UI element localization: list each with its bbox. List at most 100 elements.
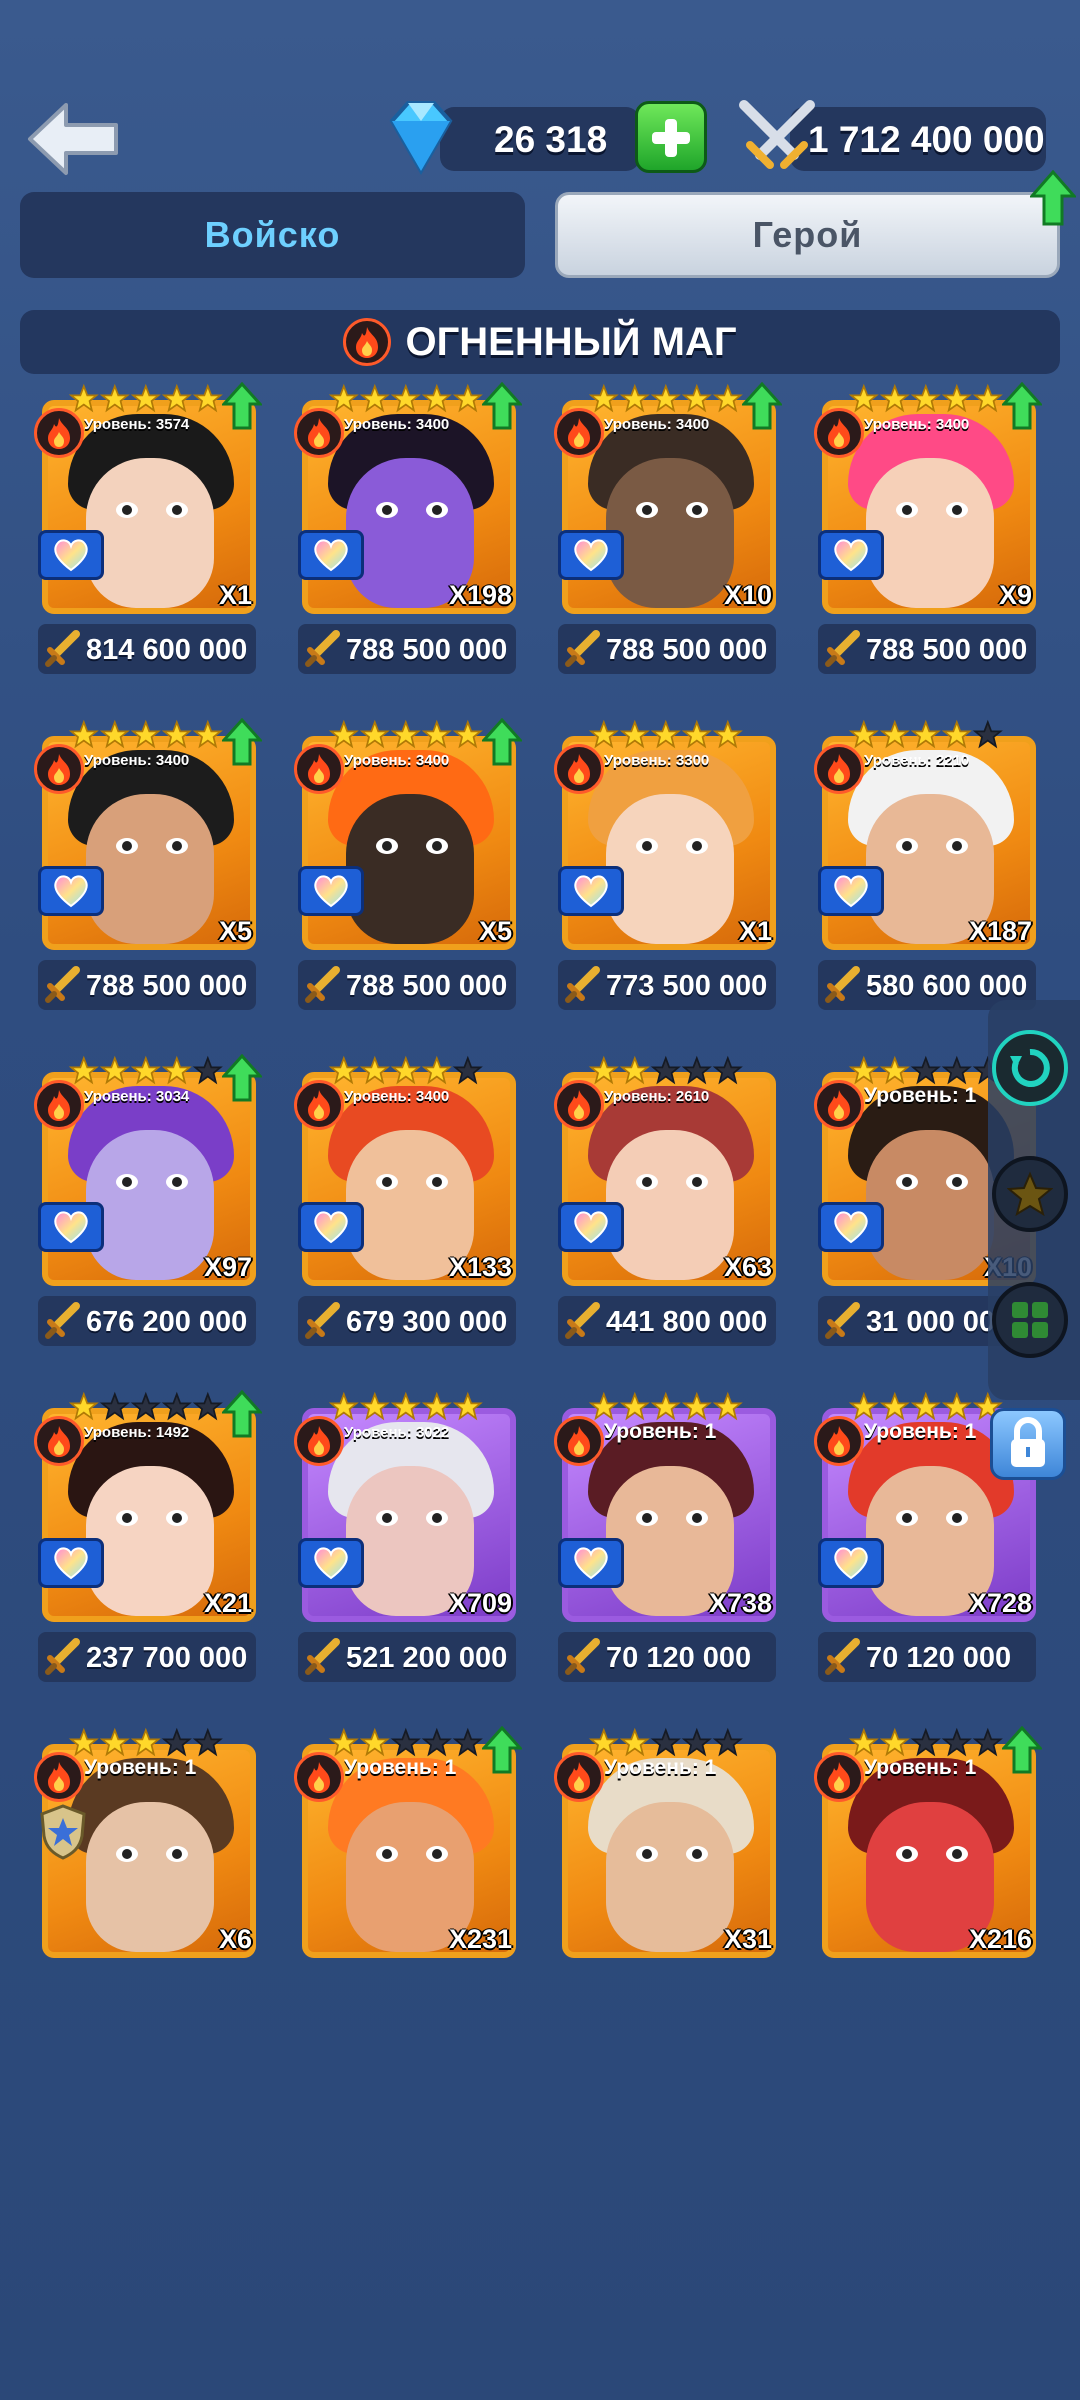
star-rating xyxy=(588,383,743,413)
star-filled-icon xyxy=(972,383,1003,413)
star-filled-icon xyxy=(328,383,359,413)
hero-face xyxy=(606,458,734,608)
fire-element-icon xyxy=(814,408,864,458)
hero-card[interactable]: Уровень: 3034 X97 676 200 000 xyxy=(30,1044,262,1354)
star-rating xyxy=(68,1727,223,1757)
sword-icon xyxy=(45,630,80,667)
hero-count: X21 xyxy=(203,1588,252,1618)
hero-power: 676 200 000 xyxy=(86,1306,248,1338)
hero-card[interactable]: Уровень: 2610 X63 441 800 000 xyxy=(550,1044,776,1354)
hero-card[interactable]: Уровень: 2210 X187 580 600 000 xyxy=(810,708,1036,1018)
hero-eye xyxy=(946,1174,968,1190)
star-empty-icon xyxy=(972,1727,1003,1757)
star-empty-icon xyxy=(99,1391,130,1421)
star-filled-icon xyxy=(359,1727,390,1757)
fire-element-icon xyxy=(554,1080,604,1130)
hero-face xyxy=(606,1130,734,1280)
star-empty-icon xyxy=(192,1055,223,1085)
star-filled-icon xyxy=(588,1727,619,1757)
hero-card[interactable]: Уровень: 1 X231 xyxy=(290,1716,522,2026)
hero-card[interactable]: Уровень: 3400 X10 788 500 000 xyxy=(550,372,782,682)
fire-element-icon xyxy=(294,744,344,794)
hero-card[interactable]: Уровень: 1 X6 xyxy=(30,1716,256,2026)
hero-card[interactable]: Уровень: 3400 X133 679 300 000 xyxy=(290,1044,516,1354)
star-filled-icon xyxy=(588,383,619,413)
hero-eye xyxy=(686,838,708,854)
star-filled-icon xyxy=(130,1727,161,1757)
star-filled-icon xyxy=(941,383,972,413)
hero-card[interactable]: Уровень: 3022 X709 521 200 000 xyxy=(290,1380,516,1690)
star-rating xyxy=(588,1055,743,1085)
fire-element-icon xyxy=(814,1080,864,1130)
fire-element-icon xyxy=(34,408,84,458)
hero-card[interactable]: Уровень: 1 X216 xyxy=(810,1716,1042,2026)
star-filled-icon xyxy=(390,1055,421,1085)
star-filled-icon xyxy=(941,1391,972,1421)
hero-face xyxy=(866,1130,994,1280)
gems-count: 26 318 xyxy=(494,119,608,160)
hero-card[interactable]: Уровень: 3400 X198 788 500 000 xyxy=(290,372,522,682)
hero-count: X31 xyxy=(723,1924,772,1954)
back-arrow-icon[interactable] xyxy=(26,101,120,177)
hero-eye xyxy=(896,838,918,854)
hero-card[interactable]: Уровень: 3300 X1 773 500 000 xyxy=(550,708,776,1018)
sword-icon xyxy=(305,630,340,667)
star-filled-icon xyxy=(879,383,910,413)
hero-eye xyxy=(946,502,968,518)
hero-eye xyxy=(896,1174,918,1190)
star-empty-icon xyxy=(712,1727,743,1757)
hero-card[interactable]: Уровень: 1 X31 xyxy=(550,1716,776,2026)
hero-count: X231 xyxy=(448,1924,512,1954)
star-filled-icon xyxy=(681,719,712,749)
hero-eye xyxy=(686,502,708,518)
upgrade-arrow-icon xyxy=(742,382,782,430)
hero-card[interactable]: Уровень: 1 X738 70 120 000 xyxy=(550,1380,776,1690)
hero-power: 788 500 000 xyxy=(346,970,508,1002)
star-filled-icon xyxy=(910,1391,941,1421)
lock-button[interactable] xyxy=(990,1408,1066,1480)
tab-army[interactable]: Войско xyxy=(20,192,525,278)
sword-icon xyxy=(305,1638,340,1675)
hero-card[interactable]: Уровень: 3400 X5 788 500 000 xyxy=(290,708,522,1018)
star-empty-icon xyxy=(161,1391,192,1421)
hero-eye xyxy=(116,1174,138,1190)
add-gems-button[interactable] xyxy=(635,101,707,173)
hero-eye xyxy=(686,1846,708,1862)
lock-icon xyxy=(1011,1417,1045,1467)
upgrade-arrow-icon xyxy=(222,1054,262,1102)
hero-card[interactable]: Уровень: 3400 X5 788 500 000 xyxy=(30,708,262,1018)
heart-icon xyxy=(298,1538,364,1588)
hero-level: Уровень: 3022 xyxy=(344,1424,450,1441)
tab-bar: Войско Герой xyxy=(20,192,1060,278)
star-filled-icon xyxy=(99,383,130,413)
star-filled-icon xyxy=(390,1391,421,1421)
hero-power: 70 120 000 xyxy=(606,1642,752,1674)
star-filled-icon xyxy=(619,719,650,749)
refresh-icon[interactable] xyxy=(992,1030,1068,1106)
star-filled-icon xyxy=(359,383,390,413)
star-empty-icon xyxy=(130,1391,161,1421)
hero-level: Уровень: 1 xyxy=(864,1420,977,1443)
star-filled-icon xyxy=(619,1055,650,1085)
hero-eye xyxy=(946,838,968,854)
hero-eye xyxy=(896,1510,918,1526)
star-filter-icon[interactable] xyxy=(992,1156,1068,1232)
tab-hero[interactable]: Герой xyxy=(555,192,1060,278)
star-filled-icon xyxy=(848,1055,879,1085)
hero-card[interactable]: Уровень: 3400 X9 788 500 000 xyxy=(810,372,1042,682)
hero-card[interactable]: Уровень: 3574 X1 814 600 000 xyxy=(30,372,262,682)
star-filled-icon xyxy=(421,1055,452,1085)
hero-eye xyxy=(946,1846,968,1862)
star-filled-icon xyxy=(879,719,910,749)
star-filled-icon xyxy=(650,719,681,749)
heart-icon xyxy=(38,1538,104,1588)
star-filled-icon xyxy=(848,383,879,413)
upgrade-arrow-icon xyxy=(1002,1726,1042,1774)
star-filled-icon xyxy=(452,383,483,413)
star-empty-icon xyxy=(941,1055,972,1085)
star-rating xyxy=(68,1055,223,1085)
side-panel xyxy=(988,1000,1080,1400)
star-empty-icon xyxy=(421,1727,452,1757)
grid-view-icon[interactable] xyxy=(992,1282,1068,1358)
hero-card[interactable]: Уровень: 1492 X21 237 700 000 xyxy=(30,1380,262,1690)
